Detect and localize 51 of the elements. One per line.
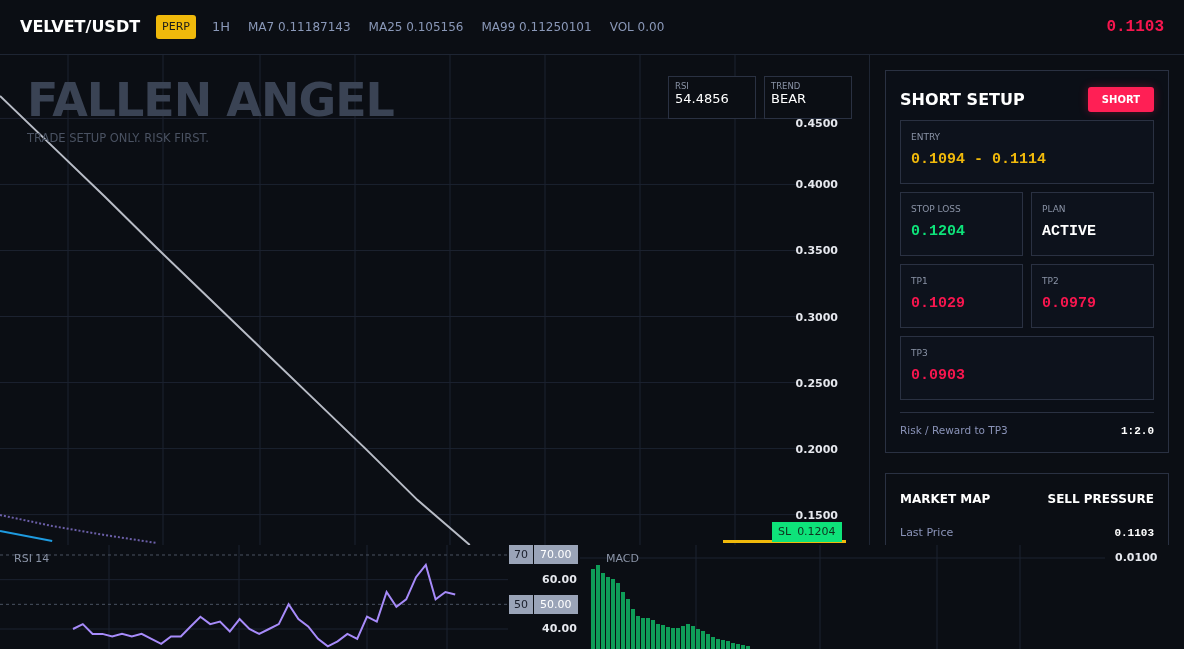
cell-value: 0.1029: [911, 293, 966, 314]
stat-value: BEAR: [771, 91, 808, 109]
indicator-value: VOL 0.00: [609, 19, 665, 36]
axis-label: 0.3000: [795, 310, 838, 324]
tag-value: 0.1204: [797, 523, 836, 540]
cell-value: 0.1094 - 0.1114: [911, 149, 1048, 170]
axis-label: 40.00: [542, 621, 577, 637]
last-price: 0.1103: [1106, 17, 1164, 38]
cell-label: PLAN: [1042, 203, 1067, 216]
market-map-title: MARKET MAP: [900, 490, 991, 508]
axis-label: 0.4500: [795, 117, 838, 131]
pane-title: MACD: [606, 551, 639, 567]
indicator-value: MA25 0.105156: [368, 19, 464, 36]
risk-reward-label: Risk / Reward to TP3: [900, 423, 1008, 439]
stat-value: 54.4856: [675, 91, 730, 109]
cell-value: 0.0903: [911, 365, 966, 386]
level-tag: 50: [509, 594, 534, 614]
axis-label: 60.00: [542, 571, 577, 588]
stat-label: RSI: [675, 81, 690, 92]
axis-label: 0.2000: [795, 442, 838, 456]
perp-badge: PERP: [156, 14, 196, 40]
risk-reward-value: 1:2.0: [1121, 424, 1154, 439]
level-tag: 70: [509, 545, 534, 565]
axis-label: 0.4000: [795, 178, 838, 192]
cell-value: ACTIVE: [1042, 221, 1097, 242]
cell-label: TP1: [911, 275, 929, 288]
row-label: Last Price: [900, 524, 954, 541]
axis-label: 70.00: [534, 545, 578, 565]
tag-label: SL: [778, 523, 792, 540]
stat-label: TREND: [771, 81, 802, 92]
cell-label: TP2: [1042, 275, 1060, 288]
symbol-title: VELVET/USDT: [20, 16, 141, 38]
cell-label: TP3: [911, 347, 929, 360]
row-value: 0.1103: [1114, 525, 1154, 541]
cell-value: 0.1204: [911, 221, 966, 242]
brand-title: FALLEN ANGEL: [27, 75, 394, 126]
pane-title: RSI 14: [14, 551, 50, 567]
axis-label: 0.0100: [1115, 550, 1158, 566]
timeframe-button[interactable]: 1H: [211, 17, 230, 37]
setup-title: SHORT SETUP: [900, 88, 1025, 111]
cell-label: STOP LOSS: [911, 203, 962, 216]
axis-label: 50.00: [534, 594, 578, 614]
cell-label: ENTRY: [911, 131, 942, 144]
short-button[interactable]: SHORT: [1087, 87, 1154, 112]
indicator-value: MA99 0.11250101: [481, 19, 592, 36]
axis-label: 0.3500: [795, 244, 838, 258]
axis-label: 0.2500: [795, 376, 838, 390]
axis-label: 0.1500: [795, 508, 838, 522]
bias-label: SELL PRESSURE: [1047, 490, 1154, 508]
cell-value: 0.0979: [1042, 293, 1097, 314]
indicator-value: MA7 0.11187143: [248, 19, 351, 36]
